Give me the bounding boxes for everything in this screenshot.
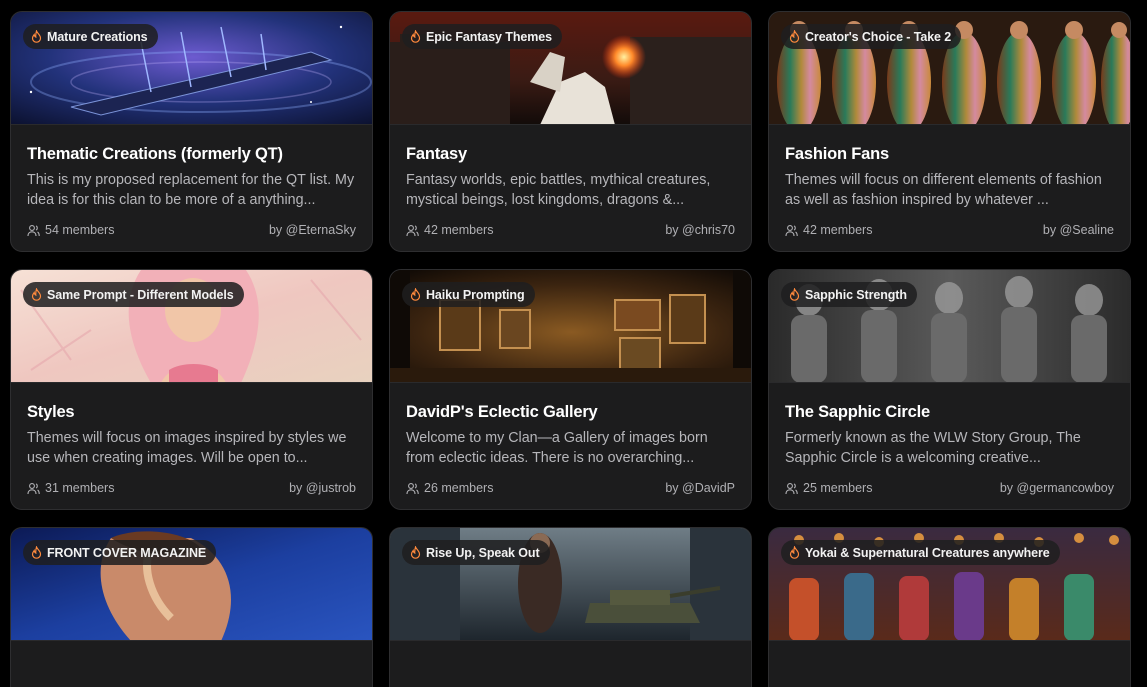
card-meta: 31 members by @justrob — [27, 481, 356, 495]
card-author[interactable]: by @DavidP — [665, 481, 735, 495]
card-title: Thematic Creations (formerly QT) — [27, 145, 283, 163]
member-count-label: 42 members — [803, 223, 873, 237]
card-tag: Sapphic Strength — [781, 282, 917, 307]
clan-card-grid: Mature Creations Thematic Creations (for… — [10, 11, 1131, 687]
card-meta: 42 members by @chris70 — [406, 223, 735, 237]
card-author[interactable]: by @germancowboy — [1000, 481, 1114, 495]
card-description: Fantasy worlds, epic battles, mythical c… — [406, 172, 711, 208]
card-tag: Same Prompt - Different Models — [23, 282, 244, 307]
flame-icon — [789, 546, 800, 559]
card-meta: 26 members by @DavidP — [406, 481, 735, 495]
clan-card-davidp-eclectic-gallery[interactable]: Haiku Prompting DavidP's Eclectic Galler… — [389, 269, 752, 510]
card-title: Fantasy — [406, 145, 467, 163]
member-count: 31 members — [27, 481, 114, 495]
clan-card-sapphic-circle[interactable]: Sapphic Strength The Sapphic Circle Form… — [768, 269, 1131, 510]
card-tag: Rise Up, Speak Out — [402, 540, 550, 565]
flame-icon — [410, 288, 421, 301]
member-count-label: 54 members — [45, 223, 115, 237]
card-tag: Yokai & Supernatural Creatures anywhere — [781, 540, 1060, 565]
member-count-label: 26 members — [424, 481, 494, 495]
clan-card-fantasy[interactable]: Epic Fantasy Themes Fantasy Fantasy worl… — [389, 11, 752, 252]
member-count: 42 members — [785, 223, 872, 237]
users-icon — [406, 224, 419, 236]
member-count-label: 42 members — [424, 223, 494, 237]
card-title: DavidP's Eclectic Gallery — [406, 403, 598, 421]
flame-icon — [789, 30, 800, 43]
card-banner-image: Same Prompt - Different Models — [11, 270, 372, 383]
member-count: 42 members — [406, 223, 493, 237]
card-tag-label: Sapphic Strength — [805, 287, 907, 302]
card-tag: Creator's Choice - Take 2 — [781, 24, 962, 49]
member-count: 26 members — [406, 481, 493, 495]
card-author[interactable]: by @Sealine — [1043, 223, 1114, 237]
card-banner-image: Sapphic Strength — [769, 270, 1130, 383]
card-tag: FRONT COVER MAGAZINE — [23, 540, 217, 565]
card-banner-image: Haiku Prompting — [390, 270, 751, 383]
flame-icon — [410, 30, 421, 43]
card-banner-image: Mature Creations — [11, 12, 372, 125]
card-tag: Mature Creations — [23, 24, 158, 49]
card-tag-label: Mature Creations — [47, 29, 148, 44]
flame-icon — [31, 288, 42, 301]
users-icon — [785, 482, 798, 494]
clan-card-front-cover-magazine[interactable]: FRONT COVER MAGAZINE — [10, 527, 373, 687]
flame-icon — [31, 546, 42, 559]
flame-icon — [410, 546, 421, 559]
card-description: Formerly known as the WLW Story Group, T… — [785, 430, 1081, 466]
card-tag-label: Rise Up, Speak Out — [426, 545, 540, 560]
card-description: Themes will focus on images inspired by … — [27, 430, 347, 466]
card-meta: 42 members by @Sealine — [785, 223, 1114, 237]
clan-card-thematic-creations[interactable]: Mature Creations Thematic Creations (for… — [10, 11, 373, 252]
card-banner-image: Yokai & Supernatural Creatures anywhere — [769, 528, 1130, 641]
card-banner-image: Creator's Choice - Take 2 — [769, 12, 1130, 125]
member-count-label: 25 members — [803, 481, 873, 495]
clan-card-fashion-fans[interactable]: Creator's Choice - Take 2 Fashion Fans T… — [768, 11, 1131, 252]
card-banner-image: Epic Fantasy Themes — [390, 12, 751, 125]
card-banner-image: Rise Up, Speak Out — [390, 528, 751, 641]
users-icon — [406, 482, 419, 494]
clan-card-styles[interactable]: Same Prompt - Different Models Styles Th… — [10, 269, 373, 510]
flame-icon — [789, 288, 800, 301]
card-author[interactable]: by @EternaSky — [269, 223, 356, 237]
card-tag: Epic Fantasy Themes — [402, 24, 562, 49]
flame-icon — [31, 30, 42, 43]
card-tag-label: Creator's Choice - Take 2 — [805, 29, 952, 44]
card-description: Welcome to my Clan—a Gallery of images b… — [406, 430, 708, 466]
card-tag-label: Same Prompt - Different Models — [47, 287, 234, 302]
card-banner-image: FRONT COVER MAGAZINE — [11, 528, 372, 641]
card-title: Fashion Fans — [785, 145, 889, 163]
users-icon — [785, 224, 798, 236]
member-count-label: 31 members — [45, 481, 115, 495]
card-title: The Sapphic Circle — [785, 403, 930, 421]
card-author[interactable]: by @chris70 — [665, 223, 735, 237]
card-tag-label: Epic Fantasy Themes — [426, 29, 552, 44]
card-title: Styles — [27, 403, 75, 421]
member-count: 25 members — [785, 481, 872, 495]
card-meta: 25 members by @germancowboy — [785, 481, 1114, 495]
card-description: Themes will focus on different elements … — [785, 172, 1102, 208]
clan-card-yokai-supernatural[interactable]: Yokai & Supernatural Creatures anywhere — [768, 527, 1131, 687]
clan-card-rise-up-speak-out[interactable]: Rise Up, Speak Out — [389, 527, 752, 687]
card-tag-label: Haiku Prompting — [426, 287, 525, 302]
card-tag: Haiku Prompting — [402, 282, 535, 307]
member-count: 54 members — [27, 223, 114, 237]
card-meta: 54 members by @EternaSky — [27, 223, 356, 237]
card-author[interactable]: by @justrob — [289, 481, 356, 495]
card-description: This is my proposed replacement for the … — [27, 172, 355, 208]
card-tag-label: FRONT COVER MAGAZINE — [47, 545, 207, 560]
users-icon — [27, 482, 40, 494]
card-tag-label: Yokai & Supernatural Creatures anywhere — [805, 545, 1050, 560]
users-icon — [27, 224, 40, 236]
